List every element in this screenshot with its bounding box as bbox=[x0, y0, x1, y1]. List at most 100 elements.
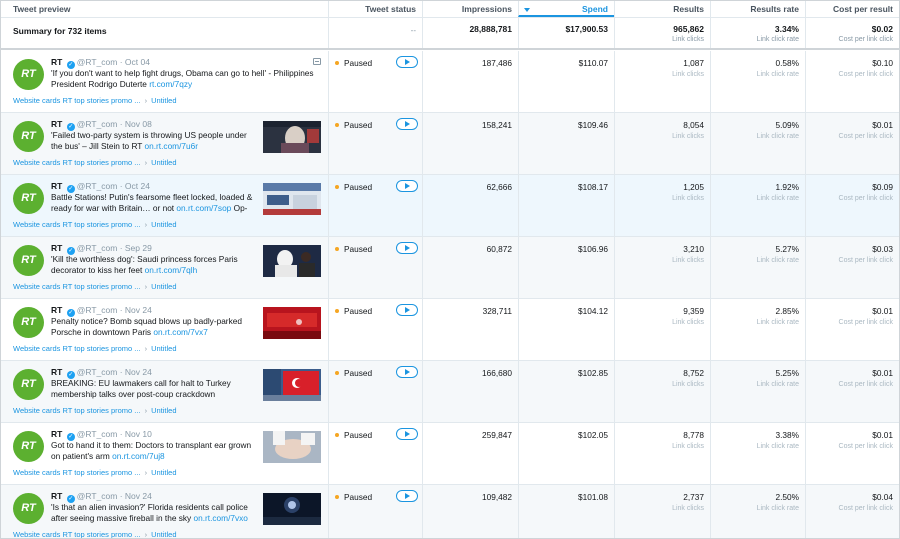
card-link[interactable]: Untitled bbox=[151, 468, 176, 477]
campaign-link[interactable]: Website cards RT top stories promo ... bbox=[13, 158, 141, 167]
results-cell: 3,210 Link clicks bbox=[614, 237, 710, 298]
status-badge: Paused bbox=[335, 368, 372, 378]
tweet-text: Got to hand it to them: Doctors to trans… bbox=[51, 440, 256, 462]
table-row-4[interactable]: RT RT ✓ @RT_com · Sep 29 'Kill the worthl… bbox=[1, 237, 899, 299]
avatar[interactable]: RT bbox=[13, 245, 44, 276]
avatar[interactable]: RT bbox=[13, 369, 44, 400]
col-tweet-status[interactable]: Tweet status bbox=[328, 1, 422, 17]
resume-play-button[interactable] bbox=[396, 242, 418, 254]
tweet-media-thumbnail[interactable] bbox=[263, 121, 321, 153]
table-row-1[interactable]: RT RT ✓ @RT_com · Oct 04 'If you don't wa… bbox=[1, 51, 899, 113]
tweet-author-name[interactable]: RT bbox=[51, 429, 62, 439]
resume-play-button[interactable] bbox=[396, 180, 418, 192]
tweet-link[interactable]: rt.com/7qzy bbox=[149, 79, 192, 89]
tweet-handle[interactable]: @RT_com bbox=[77, 367, 118, 377]
cost-cell: $0.01 Cost per link click bbox=[805, 299, 899, 360]
card-link[interactable]: Untitled bbox=[151, 344, 176, 353]
tweet-media-thumbnail[interactable] bbox=[263, 307, 321, 339]
resume-play-button[interactable] bbox=[396, 490, 418, 502]
summary-status: -- bbox=[328, 18, 422, 48]
cost-cell: $0.04 Cost per link click bbox=[805, 485, 899, 538]
tweet-author-name[interactable]: RT bbox=[51, 305, 62, 315]
campaign-link[interactable]: Website cards RT top stories promo ... bbox=[13, 220, 141, 229]
resume-play-button[interactable] bbox=[396, 428, 418, 440]
col-results[interactable]: Results bbox=[614, 1, 710, 17]
summary-spend-value: $17,900.53 bbox=[565, 24, 608, 34]
impressions-value: 109,482 bbox=[482, 492, 512, 502]
table-row-2[interactable]: RT RT ✓ @RT_com · Nov 08 'Failed two-part… bbox=[1, 113, 899, 175]
tweet-handle[interactable]: @RT_com bbox=[77, 119, 118, 129]
tweet-media-thumbnail[interactable] bbox=[263, 245, 321, 277]
card-link[interactable]: Untitled bbox=[151, 96, 176, 105]
col-tweet-preview[interactable]: Tweet preview bbox=[1, 1, 328, 17]
tweet-handle[interactable]: @RT_com bbox=[77, 429, 118, 439]
avatar[interactable]: RT bbox=[13, 493, 44, 524]
campaign-link[interactable]: Website cards RT top stories promo ... bbox=[13, 406, 141, 415]
tweet-media-thumbnail[interactable] bbox=[263, 493, 321, 525]
table-row-5[interactable]: RT RT ✓ @RT_com · Nov 24 Penalty notice? … bbox=[1, 299, 899, 361]
cost-sub: Cost per link click bbox=[838, 443, 893, 450]
tweet-media-thumbnail[interactable] bbox=[263, 183, 321, 215]
tweet-status-cell: Paused bbox=[328, 423, 422, 484]
tweet-handle[interactable]: @RT_com bbox=[77, 305, 118, 315]
table-row-3[interactable]: RT RT ✓ @RT_com · Oct 24 Battle Stations!… bbox=[1, 175, 899, 237]
table-header: Tweet preview Tweet status Impressions S… bbox=[1, 1, 899, 18]
tweet-author-name[interactable]: RT bbox=[51, 181, 62, 191]
results-value: 2,737 bbox=[683, 492, 704, 502]
card-link[interactable]: Untitled bbox=[151, 530, 176, 538]
spend-value: $104.12 bbox=[578, 306, 608, 316]
summary-cost-sub: Cost per link click bbox=[838, 36, 893, 43]
tweet-media-thumbnail[interactable] bbox=[263, 369, 321, 401]
avatar[interactable]: RT bbox=[13, 183, 44, 214]
campaign-link[interactable]: Website cards RT top stories promo ... bbox=[13, 530, 141, 538]
campaign-link[interactable]: Website cards RT top stories promo ... bbox=[13, 282, 141, 291]
tweet-author-name[interactable]: RT bbox=[51, 57, 62, 67]
tweet-link[interactable]: on.rt.com/7sop bbox=[176, 203, 231, 213]
results-rate-cell: 1.92% Link click rate bbox=[710, 175, 805, 236]
tweet-author-name[interactable]: RT bbox=[51, 243, 62, 253]
spend-value: $110.07 bbox=[578, 58, 608, 68]
tweet-author-name[interactable]: RT bbox=[51, 491, 62, 501]
campaign-link[interactable]: Website cards RT top stories promo ... bbox=[13, 96, 141, 105]
tweet-link[interactable]: on.rt.com/7u6r bbox=[145, 141, 199, 151]
tweet-status-cell: Paused bbox=[328, 485, 422, 538]
card-link[interactable]: Untitled bbox=[151, 282, 176, 291]
campaign-link[interactable]: Website cards RT top stories promo ... bbox=[13, 344, 141, 353]
chevron-right-icon: › bbox=[144, 220, 148, 229]
resume-play-button[interactable] bbox=[396, 56, 418, 68]
impressions-cell: 328,711 bbox=[422, 299, 518, 360]
avatar[interactable]: RT bbox=[13, 59, 44, 90]
col-impressions[interactable]: Impressions bbox=[422, 1, 518, 17]
results-cell: 2,737 Link clicks bbox=[614, 485, 710, 538]
tweet-handle[interactable]: @RT_com bbox=[77, 57, 118, 67]
col-spend[interactable]: Spend bbox=[518, 1, 614, 17]
card-link[interactable]: Untitled bbox=[151, 220, 176, 229]
col-cost-per-result[interactable]: Cost per result bbox=[805, 1, 899, 17]
tweet-link[interactable]: on.rt.com/7qlh bbox=[145, 265, 198, 275]
table-row-6[interactable]: RT RT ✓ @RT_com · Nov 24 BREAKING: EU law… bbox=[1, 361, 899, 423]
avatar[interactable]: RT bbox=[13, 307, 44, 338]
tweet-media-thumbnail[interactable] bbox=[263, 431, 321, 463]
card-preview-icon[interactable] bbox=[313, 58, 321, 65]
resume-play-button[interactable] bbox=[396, 366, 418, 378]
table-row-7[interactable]: RT RT ✓ @RT_com · Nov 10 Got to hand it t… bbox=[1, 423, 899, 485]
results-cell: 1,205 Link clicks bbox=[614, 175, 710, 236]
tweet-preview-cell: RT RT ✓ @RT_com · Nov 24 BREAKING: EU law… bbox=[1, 361, 328, 422]
tweet-handle[interactable]: @RT_com bbox=[77, 491, 118, 501]
tweet-handle[interactable]: @RT_com bbox=[77, 243, 118, 253]
tweet-author-name[interactable]: RT bbox=[51, 119, 62, 129]
col-results-rate[interactable]: Results rate bbox=[710, 1, 805, 17]
card-link[interactable]: Untitled bbox=[151, 158, 176, 167]
campaign-link[interactable]: Website cards RT top stories promo ... bbox=[13, 468, 141, 477]
tweet-handle[interactable]: @RT_com bbox=[77, 181, 118, 191]
card-link[interactable]: Untitled bbox=[151, 406, 176, 415]
avatar[interactable]: RT bbox=[13, 121, 44, 152]
resume-play-button[interactable] bbox=[396, 118, 418, 130]
tweet-link[interactable]: on.rt.com/7vx7 bbox=[153, 327, 207, 337]
tweet-author-name[interactable]: RT bbox=[51, 367, 62, 377]
tweet-link[interactable]: on.rt.com/7vxo bbox=[194, 513, 248, 523]
avatar[interactable]: RT bbox=[13, 431, 44, 462]
table-row-8[interactable]: RT RT ✓ @RT_com · Nov 24 'Is that an alie… bbox=[1, 485, 899, 538]
resume-play-button[interactable] bbox=[396, 304, 418, 316]
tweet-date: · Nov 24 bbox=[119, 491, 152, 501]
